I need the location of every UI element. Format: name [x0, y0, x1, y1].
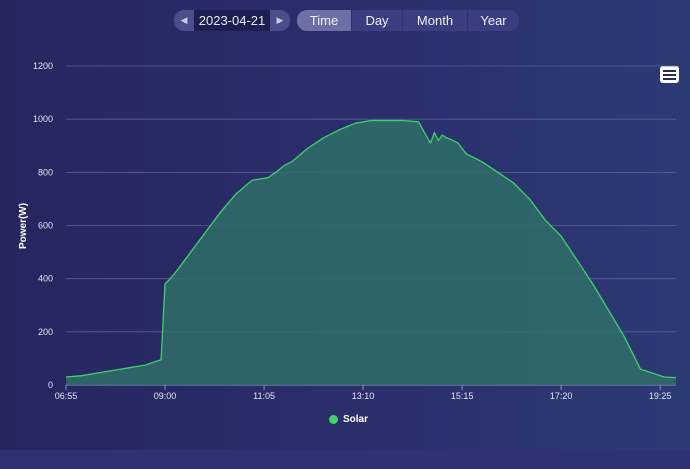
bottom-strip: [0, 450, 690, 469]
x-tick-label: 19:25: [649, 391, 672, 401]
legend-label: Solar: [343, 414, 369, 425]
tab-day[interactable]: Day: [352, 10, 403, 31]
date-picker[interactable]: ◀ 2023-04-21 ▶: [174, 10, 290, 31]
x-tick-label: 11:05: [253, 391, 275, 401]
x-tick-label: 09:00: [154, 391, 177, 401]
tab-year[interactable]: Year: [468, 10, 519, 31]
step-forward-icon[interactable]: ▶: [270, 10, 290, 31]
y-tick-label: 400: [38, 274, 53, 284]
y-tick-label: 200: [38, 327, 53, 337]
tab-month[interactable]: Month: [403, 10, 468, 31]
y-tick-label: 1200: [33, 61, 53, 71]
legend-dot: [329, 415, 338, 424]
y-tick-label: 1000: [33, 114, 53, 124]
solar-area-fill: [66, 120, 676, 385]
step-back-icon[interactable]: ◀: [174, 10, 194, 31]
y-tick-label: 600: [38, 221, 53, 231]
x-tick-label: 17:20: [550, 391, 573, 401]
x-tick-label: 06:55: [55, 391, 78, 401]
legend-item-solar[interactable]: Solar: [329, 414, 368, 425]
x-tick-label: 13:10: [352, 391, 375, 401]
y-axis-label: Power(W): [18, 203, 29, 249]
y-tick-label: 0: [48, 380, 53, 390]
power-chart: 0 200 400 600 800 1000 1200 06:55 09:00 11:05 13:1…: [18, 61, 677, 401]
x-tick-label: 15:15: [451, 391, 474, 401]
y-tick-label: 800: [38, 167, 53, 177]
tab-time[interactable]: Time: [297, 10, 352, 31]
period-tabs: Time Day Month Year: [297, 10, 519, 31]
top-toolbar: ◀ 2023-04-21 ▶ Time Day Month Year: [0, 0, 690, 40]
date-display[interactable]: 2023-04-21: [194, 13, 270, 28]
